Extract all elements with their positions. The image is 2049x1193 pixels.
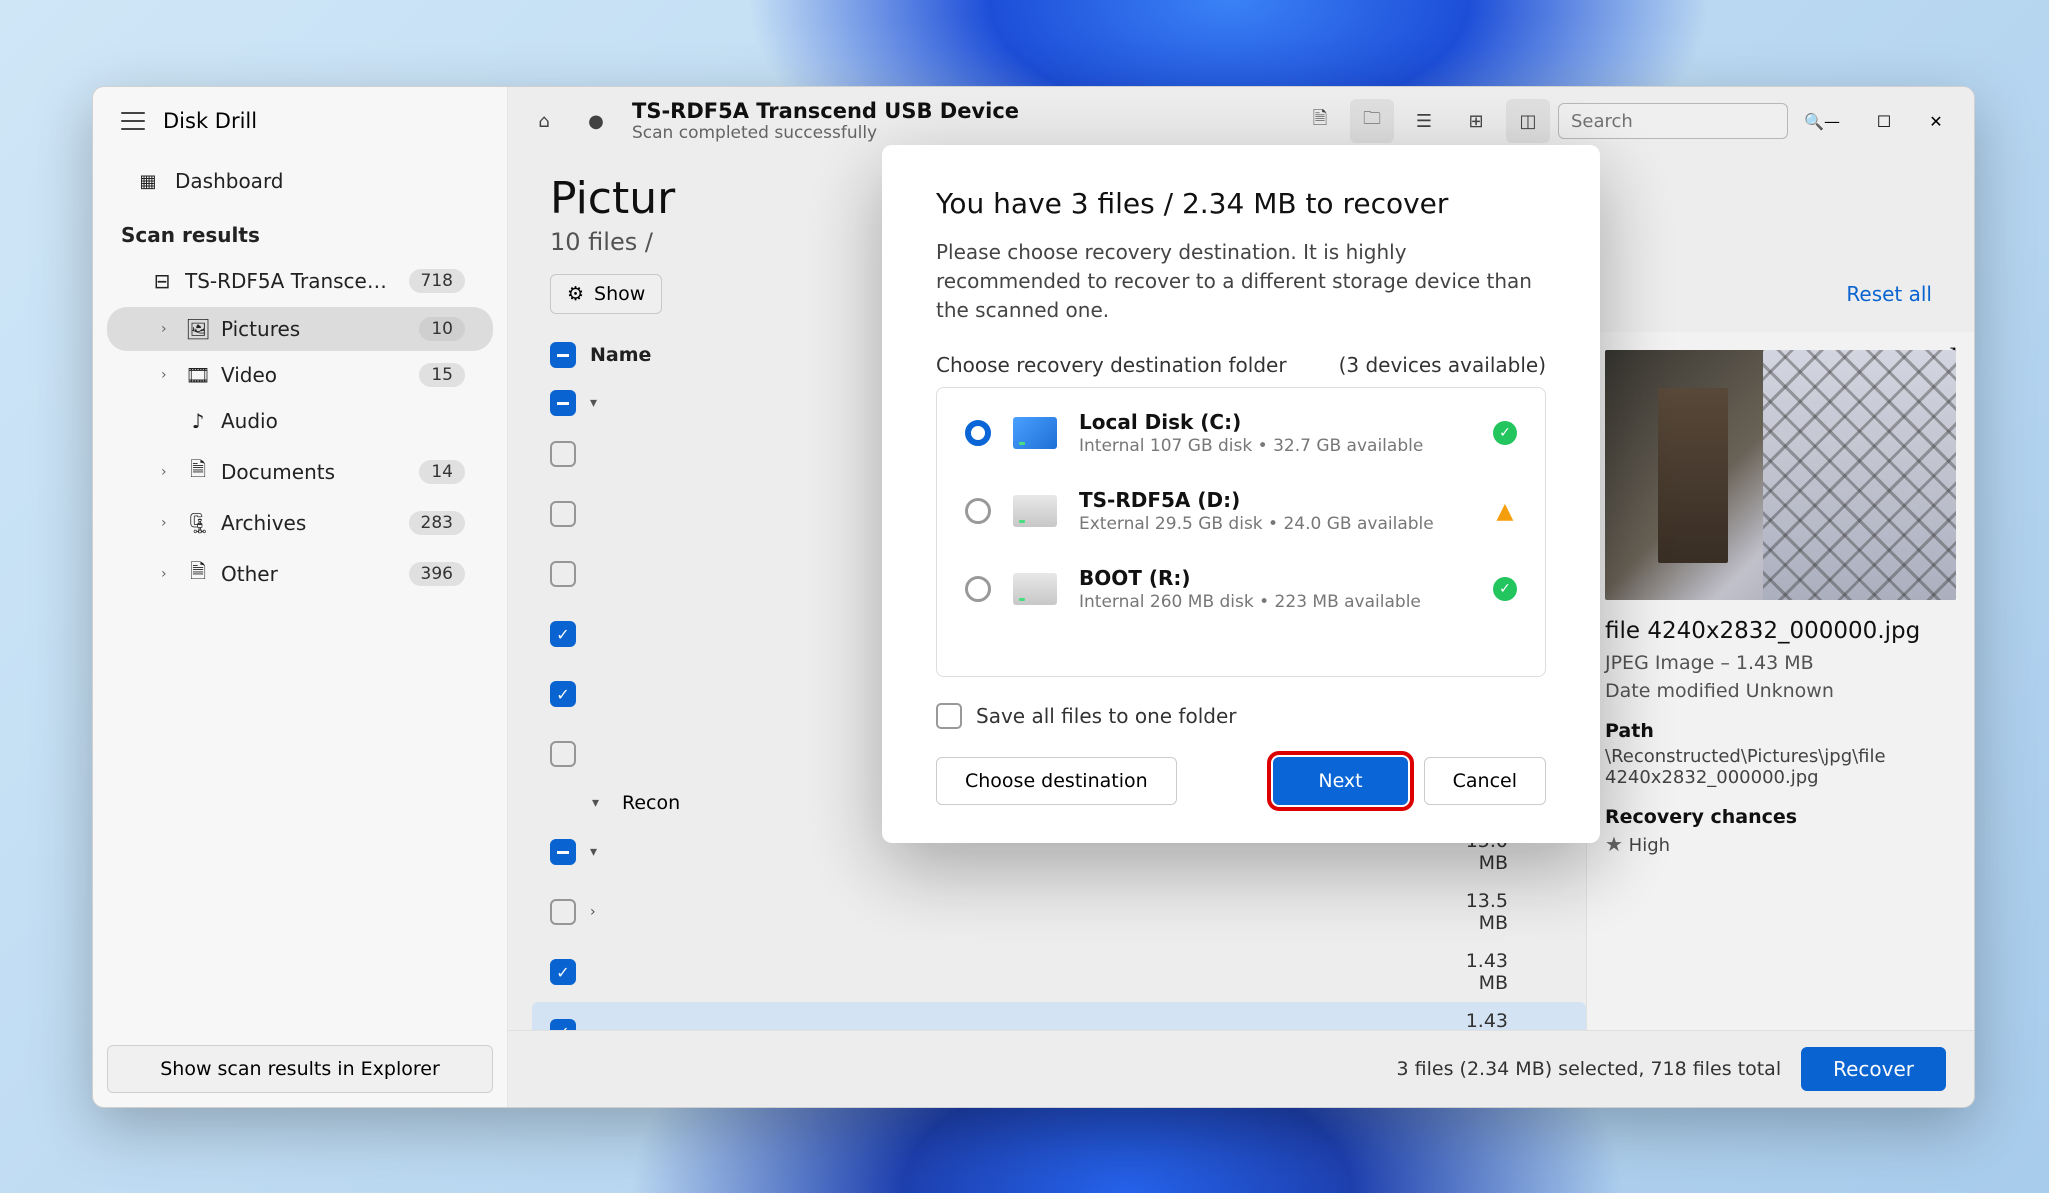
grid-icon: ▦: [137, 170, 159, 192]
recovery-modal: You have 3 files / 2.34 MB to recover Pl…: [882, 145, 1600, 843]
dest-label: Choose recovery destination folder: [936, 353, 1287, 377]
category-other[interactable]: ›🗎Other396: [107, 547, 493, 601]
radio-icon: [965, 420, 991, 446]
drive-icon: [1013, 573, 1057, 605]
destination-option[interactable]: BOOT (R:)Internal 260 MB disk • 223 MB a…: [937, 550, 1545, 628]
category-documents[interactable]: ›🗎Documents14: [107, 445, 493, 499]
category-video[interactable]: ›🎞Video15: [107, 353, 493, 397]
warn-icon: ▲: [1493, 499, 1517, 523]
destination-option[interactable]: TS-RDF5A (D:)External 29.5 GB disk • 24.…: [937, 472, 1545, 550]
nav-dashboard[interactable]: ▦ Dashboard: [93, 155, 507, 207]
radio-icon: [965, 498, 991, 524]
destination-list: Local Disk (C:)Internal 107 GB disk • 32…: [936, 387, 1546, 677]
sidebar: Disk Drill ▦ Dashboard Scan results ⊟ TS…: [93, 87, 508, 1107]
section-scan-results: Scan results: [93, 207, 507, 257]
drive-icon: [1013, 495, 1057, 527]
app-name: Disk Drill: [163, 109, 257, 133]
modal-title: You have 3 files / 2.34 MB to recover: [936, 187, 1546, 220]
destination-option[interactable]: Local Disk (C:)Internal 107 GB disk • 32…: [937, 394, 1545, 472]
show-in-explorer-button[interactable]: Show scan results in Explorer: [107, 1045, 493, 1093]
save-one-folder-checkbox[interactable]: Save all files to one folder: [936, 703, 1546, 729]
drive-icon: [1013, 417, 1057, 449]
tree-device[interactable]: ⊟ TS-RDF5A Transcend US... 718: [107, 259, 493, 303]
choose-destination-button[interactable]: Choose destination: [936, 757, 1177, 805]
next-button[interactable]: Next: [1273, 757, 1407, 805]
ok-icon: ✓: [1493, 421, 1517, 445]
radio-icon: [965, 576, 991, 602]
category-audio[interactable]: ♪Audio: [107, 399, 493, 443]
menu-icon[interactable]: [121, 112, 145, 130]
ok-icon: ✓: [1493, 577, 1517, 601]
modal-overlay: You have 3 files / 2.34 MB to recover Pl…: [508, 87, 1974, 1107]
drive-icon: ⊟: [151, 269, 173, 293]
checkbox-icon: [936, 703, 962, 729]
main-panel: ⌂ ● TS-RDF5A Transcend USB Device Scan c…: [508, 87, 1974, 1107]
cancel-button[interactable]: Cancel: [1424, 757, 1546, 805]
category-pictures[interactable]: ›🖼Pictures10: [107, 307, 493, 351]
category-archives[interactable]: ›🗜Archives283: [107, 501, 493, 545]
app-window: Disk Drill ▦ Dashboard Scan results ⊟ TS…: [92, 86, 1975, 1108]
modal-desc: Please choose recovery destination. It i…: [936, 238, 1546, 325]
dest-count: (3 devices available): [1339, 353, 1546, 377]
